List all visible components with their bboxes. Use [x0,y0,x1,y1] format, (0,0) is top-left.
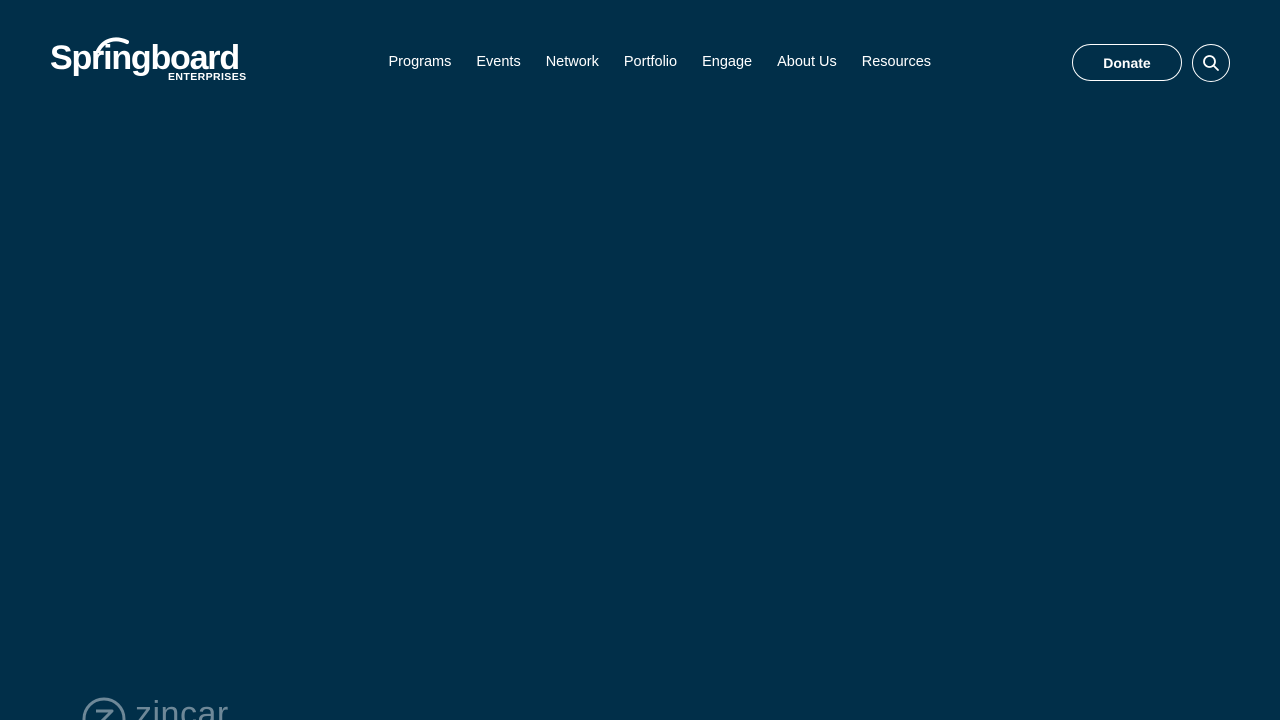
search-icon [1203,55,1219,71]
nav-item-about-us[interactable]: About Us [765,54,850,70]
partner-name: zincar [135,695,229,720]
site-header: Springboard ENTERPRISES Programs Events … [0,0,1280,124]
hero-section [0,124,1280,720]
main-nav: Programs Events Network Portfolio Engage… [376,51,944,73]
partner-logo-zincar: zincar [80,695,250,720]
nav-item-events[interactable]: Events [464,54,533,70]
search-button[interactable] [1192,44,1230,82]
nav-item-engage[interactable]: Engage [690,54,765,70]
nav-item-network[interactable]: Network [533,54,611,70]
donate-button[interactable]: Donate [1072,44,1182,81]
zincar-logo-icon [82,697,126,720]
nav-item-portfolio[interactable]: Portfolio [611,54,689,70]
nav-item-programs[interactable]: Programs [376,54,464,70]
springboard-logo[interactable]: Springboard ENTERPRISES [50,37,250,86]
page: Springboard ENTERPRISES Programs Events … [0,0,1280,720]
nav-item-resources[interactable]: Resources [849,54,943,70]
logo-subtitle: ENTERPRISES [168,71,247,83]
